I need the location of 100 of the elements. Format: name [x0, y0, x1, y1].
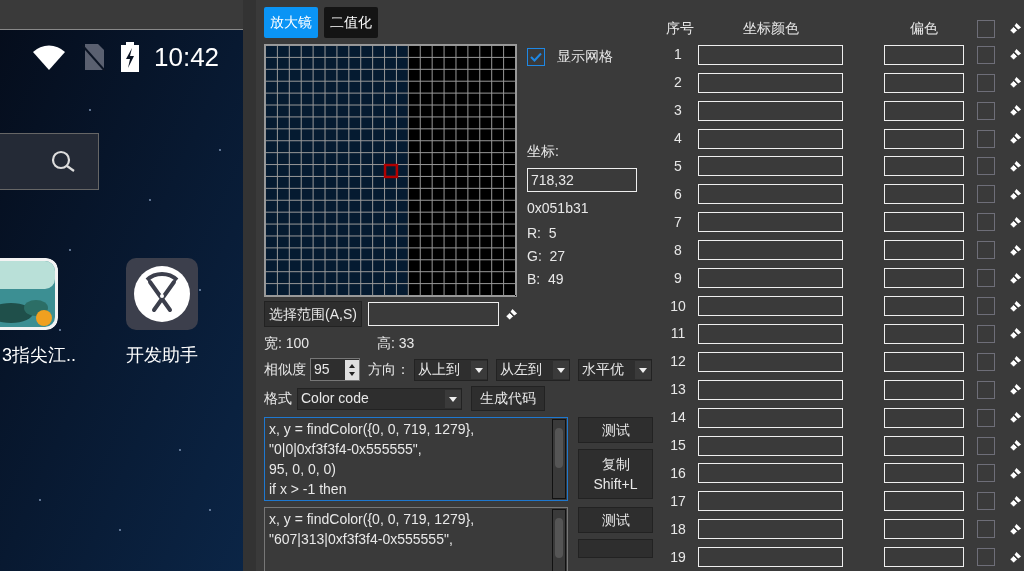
- brush-icon[interactable]: [1009, 355, 1022, 369]
- color-field[interactable]: [698, 44, 843, 65]
- color-field[interactable]: [698, 296, 843, 316]
- color-field[interactable]: [698, 240, 843, 261]
- show-grid-checkbox[interactable]: [527, 47, 545, 66]
- scrollbar[interactable]: [552, 419, 566, 499]
- row-checkbox[interactable]: [977, 129, 995, 148]
- offset-field[interactable]: [884, 240, 964, 261]
- coord-field[interactable]: 718,32: [527, 168, 637, 192]
- offset-field[interactable]: [884, 407, 964, 428]
- offset-field[interactable]: [884, 491, 964, 512]
- offset-field[interactable]: [884, 100, 964, 121]
- hex-color-text: 0x051b31: [527, 199, 590, 218]
- color-field[interactable]: [698, 72, 843, 93]
- brush-icon[interactable]: [1009, 466, 1022, 480]
- color-field[interactable]: [698, 547, 843, 568]
- color-field[interactable]: [698, 491, 843, 512]
- offset-field[interactable]: [884, 519, 964, 540]
- row-checkbox[interactable]: [977, 101, 995, 120]
- offset-field[interactable]: [884, 268, 964, 289]
- dropdown[interactable]: 从左到: [496, 358, 570, 381]
- color-field[interactable]: [698, 519, 843, 540]
- offset-field[interactable]: [884, 128, 964, 149]
- offset-field[interactable]: [884, 323, 964, 344]
- row-checkbox[interactable]: [977, 297, 995, 315]
- row-checkbox[interactable]: [977, 436, 995, 455]
- color-field[interactable]: [698, 407, 843, 428]
- brush-icon[interactable]: [1009, 104, 1022, 118]
- row-checkbox[interactable]: [977, 157, 995, 176]
- brush-icon[interactable]: [1009, 494, 1022, 508]
- row-checkbox[interactable]: [977, 269, 995, 288]
- color-field[interactable]: [698, 463, 843, 484]
- brush-icon[interactable]: [1009, 439, 1022, 453]
- color-field[interactable]: [698, 100, 843, 121]
- brush-icon[interactable]: [1009, 299, 1022, 313]
- row-checkbox[interactable]: [977, 185, 995, 204]
- offset-field[interactable]: [884, 351, 964, 372]
- generate-code-button[interactable]: 生成代码: [471, 386, 545, 411]
- color-field[interactable]: [698, 128, 843, 149]
- scrollbar[interactable]: [552, 509, 566, 571]
- dropdown[interactable]: 水平优: [578, 358, 652, 381]
- row-checkbox[interactable]: [977, 324, 995, 343]
- caret-icon: [445, 389, 461, 408]
- offset-field[interactable]: [884, 156, 964, 177]
- color-field[interactable]: [698, 184, 843, 205]
- brush-icon[interactable]: [1009, 271, 1022, 285]
- row-checkbox[interactable]: [977, 241, 995, 260]
- color-field[interactable]: [698, 379, 843, 400]
- copy-button[interactable]: 复制 Shift+L: [578, 449, 653, 499]
- color-field[interactable]: [698, 212, 843, 233]
- brush-icon[interactable]: [1009, 76, 1022, 90]
- select-range-button[interactable]: 选择范围(A,S): [264, 301, 362, 327]
- dropdown[interactable]: 从上到: [414, 358, 488, 381]
- offset-field[interactable]: [884, 435, 964, 456]
- brush-icon[interactable]: [1009, 48, 1022, 62]
- brush-icon[interactable]: [504, 307, 518, 321]
- offset-field[interactable]: [884, 463, 964, 484]
- brush-icon[interactable]: [1009, 327, 1022, 341]
- code-editor[interactable]: x, y = findColor({0, 0, 719, 1279}, "607|313|0xf3f3f4-0x555555",: [264, 507, 568, 571]
- brush-icon[interactable]: [1009, 160, 1022, 173]
- color-field[interactable]: [698, 268, 843, 289]
- brush-icon[interactable]: [1009, 411, 1022, 425]
- offset-field[interactable]: [884, 44, 964, 65]
- brush-icon[interactable]: [1009, 132, 1022, 146]
- color-field[interactable]: [698, 323, 843, 344]
- select-all-checkbox[interactable]: [977, 19, 995, 38]
- offset-field[interactable]: [884, 296, 964, 316]
- row-checkbox[interactable]: [977, 213, 995, 232]
- row-checkbox[interactable]: [977, 548, 995, 567]
- similarity-spinner[interactable]: 95: [310, 358, 360, 381]
- offset-field[interactable]: [884, 72, 964, 93]
- brush-icon[interactable]: [1009, 22, 1022, 36]
- brush-icon[interactable]: [1009, 383, 1022, 397]
- color-field[interactable]: [698, 156, 843, 177]
- color-field[interactable]: [698, 435, 843, 456]
- range-field[interactable]: [367, 302, 499, 326]
- color-field[interactable]: [698, 351, 843, 372]
- code-editor[interactable]: x, y = findColor({0, 0, 719, 1279}, "0|0|0xf3f3f4-0x555555", 95, 0, 0, 0) if x > -1 then: [264, 417, 568, 501]
- row-checkbox[interactable]: [977, 352, 995, 371]
- row-checkbox[interactable]: [977, 408, 995, 427]
- offset-field[interactable]: [884, 212, 964, 233]
- row-checkbox[interactable]: [977, 492, 995, 511]
- brush-icon[interactable]: [1009, 522, 1022, 536]
- tab[interactable]: 二值化: [324, 7, 378, 38]
- brush-icon[interactable]: [1009, 215, 1022, 229]
- row-checkbox[interactable]: [977, 380, 995, 399]
- dropdown[interactable]: Color code: [297, 387, 462, 410]
- row-checkbox[interactable]: [977, 73, 995, 92]
- row-checkbox[interactable]: [977, 464, 995, 483]
- test-button[interactable]: 测试: [578, 507, 653, 533]
- offset-field[interactable]: [884, 184, 964, 205]
- magnifier-grid-drawing[interactable]: [264, 44, 517, 297]
- offset-field[interactable]: [884, 547, 964, 568]
- row-checkbox[interactable]: [977, 45, 995, 64]
- test-button[interactable]: 测试: [578, 417, 653, 443]
- row-checkbox[interactable]: [977, 520, 995, 539]
- brush-icon[interactable]: [1009, 243, 1022, 257]
- offset-field[interactable]: [884, 379, 964, 400]
- brush-icon[interactable]: [1009, 550, 1022, 564]
- brush-icon[interactable]: [1009, 187, 1022, 201]
